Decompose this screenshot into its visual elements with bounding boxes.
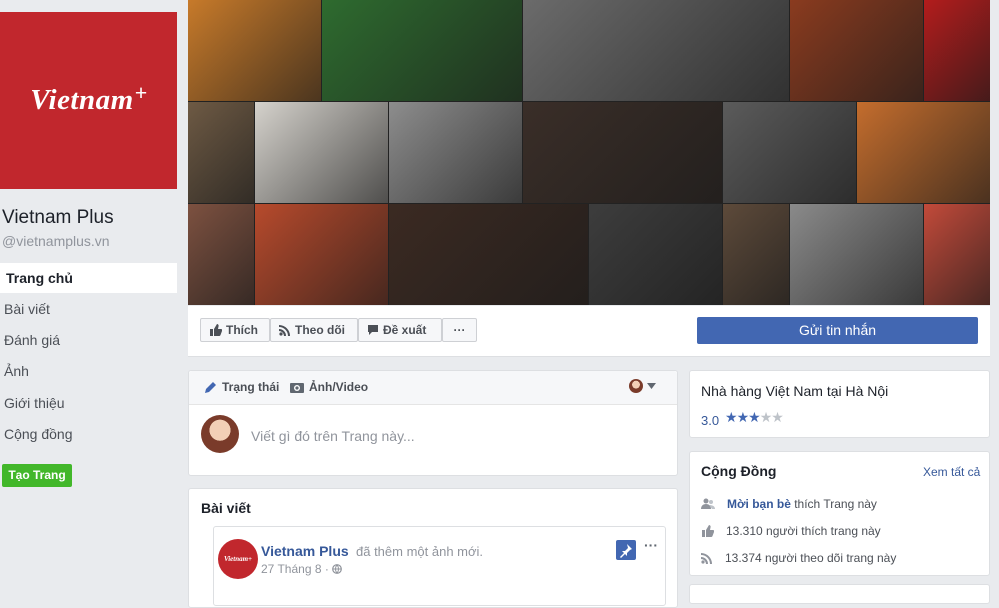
post-card: Vietnam+ Vietnam Plus đã thêm một ảnh mớ… xyxy=(213,526,666,606)
page-logo[interactable]: Vietnam+ xyxy=(0,12,177,189)
nav-item-community[interactable]: Cộng đồng xyxy=(0,419,177,449)
composer-tabs: Trạng thái Ảnh/Video xyxy=(189,371,677,405)
posts-section: Bài viết Vietnam+ Vietnam Plus đã thêm m… xyxy=(188,488,678,608)
follows-count: 13.374 người theo dõi trang này xyxy=(725,551,897,565)
cover-photo-tile xyxy=(188,0,321,101)
composer-input[interactable]: Viết gì đó trên Trang này... xyxy=(251,428,415,444)
post-date[interactable]: 27 Tháng 8 · xyxy=(261,562,343,576)
rss-icon xyxy=(279,325,290,336)
cover-photo-tile xyxy=(522,102,723,203)
user-avatar-small xyxy=(629,379,643,393)
follows-row: 13.374 người theo dõi trang này xyxy=(701,551,896,565)
cover-photo-tile xyxy=(790,0,924,101)
cover-photo-tile xyxy=(589,204,723,305)
star-filled-icon: ★ xyxy=(736,409,750,425)
cover-photo-tile xyxy=(790,204,924,305)
cover-photo-tile xyxy=(857,102,990,203)
next-section-box xyxy=(689,584,990,604)
nav-item-reviews[interactable]: Đánh giá xyxy=(0,325,177,355)
rating-box: Nhà hàng Việt Nam tại Hà Nội 3.0 ★★★★★ xyxy=(689,370,990,438)
cover-photo-tile xyxy=(723,204,790,305)
likes-row: 13.310 người thích trang này xyxy=(701,524,881,538)
post-action-text: đã thêm một ảnh mới. xyxy=(356,544,484,559)
pin-icon xyxy=(620,544,632,558)
cover-photo-tile xyxy=(388,204,589,305)
cover-photo-tile xyxy=(188,102,254,203)
posts-title: Bài viết xyxy=(201,500,251,516)
camera-icon xyxy=(290,383,304,393)
rating-value: 3.0 xyxy=(701,413,720,428)
pencil-icon xyxy=(205,381,216,393)
cover-photo-tile xyxy=(188,204,254,305)
post-author[interactable]: Vietnam Plus xyxy=(261,543,349,559)
post-avatar[interactable]: Vietnam+ xyxy=(218,539,258,579)
invite-friends-row: Mời bạn bè thích Trang này xyxy=(701,497,877,511)
globe-icon xyxy=(332,564,343,574)
see-all-link[interactable]: Xem tất cả xyxy=(923,465,980,479)
community-title: Cộng Đồng xyxy=(701,463,777,479)
logo-text: Vietnam+ xyxy=(30,80,148,116)
rating-stars[interactable]: ★★★★★ xyxy=(725,409,784,426)
nav-item-posts[interactable]: Bài viết xyxy=(0,294,177,324)
cover-photo-tile xyxy=(924,0,990,101)
speech-bubble-icon xyxy=(368,325,378,335)
follow-button[interactable]: Theo dõi xyxy=(270,318,358,342)
post-as-selector[interactable] xyxy=(629,379,656,393)
cover-photo-tile xyxy=(388,102,522,203)
cover-photo-tile xyxy=(254,204,388,305)
nav-item-about[interactable]: Giới thiệu xyxy=(0,388,177,418)
cover-photo-tile xyxy=(522,0,790,101)
follow-label: Theo dõi xyxy=(295,323,345,337)
star-filled-icon: ★ xyxy=(725,409,738,425)
like-button[interactable]: Thích xyxy=(200,318,270,342)
cover-photo[interactable] xyxy=(188,0,990,305)
star-empty-icon: ★ xyxy=(771,409,784,425)
suggest-button[interactable]: Đề xuất xyxy=(358,318,442,342)
friends-icon xyxy=(701,498,715,509)
invite-friends-link[interactable]: Mời bạn bè xyxy=(727,497,791,511)
user-avatar xyxy=(201,415,239,453)
cover-photo-tile xyxy=(924,204,990,305)
tab-photo-video[interactable]: Ảnh/Video xyxy=(290,380,368,394)
post-composer: Trạng thái Ảnh/Video Viết gì đó trên Tra… xyxy=(188,370,678,476)
cover-photo-tile xyxy=(723,102,857,203)
suggest-label: Đề xuất xyxy=(383,323,427,337)
caret-down-icon xyxy=(647,383,656,389)
nav-item-photos[interactable]: Ảnh xyxy=(0,356,177,386)
thumbs-up-icon xyxy=(210,324,222,336)
rss-icon xyxy=(701,553,712,564)
like-label: Thích xyxy=(226,323,258,337)
star-filled-icon: ★ xyxy=(748,409,761,425)
cover-photo-tile xyxy=(254,102,388,203)
star-empty-icon: ★ xyxy=(759,409,773,425)
cover-photo-tile xyxy=(321,0,522,101)
page-title[interactable]: Vietnam Plus xyxy=(2,207,114,229)
page-handle[interactable]: @vietnamplus.vn xyxy=(2,233,110,249)
more-dots-icon: ··· xyxy=(453,323,466,337)
community-box: Cộng Đồng Xem tất cả Mời bạn bè thích Tr… xyxy=(689,451,990,576)
pin-post-button[interactable] xyxy=(616,540,636,560)
page-category[interactable]: Nhà hàng Việt Nam tại Hà Nội xyxy=(701,383,888,399)
thumbs-up-icon xyxy=(702,525,714,537)
tab-status[interactable]: Trạng thái xyxy=(204,380,279,394)
create-page-button[interactable]: Tạo Trang xyxy=(2,464,72,487)
page-action-bar: Thích Theo dõi Đề xuất ··· Gửi tin nhắn xyxy=(188,306,990,357)
likes-count: 13.310 người thích trang này xyxy=(726,524,881,538)
send-message-button[interactable]: Gửi tin nhắn xyxy=(697,317,978,344)
post-menu-button[interactable]: ··· xyxy=(644,537,658,553)
more-actions-button[interactable]: ··· xyxy=(442,318,477,342)
nav-item-home[interactable]: Trang chủ xyxy=(0,263,177,293)
